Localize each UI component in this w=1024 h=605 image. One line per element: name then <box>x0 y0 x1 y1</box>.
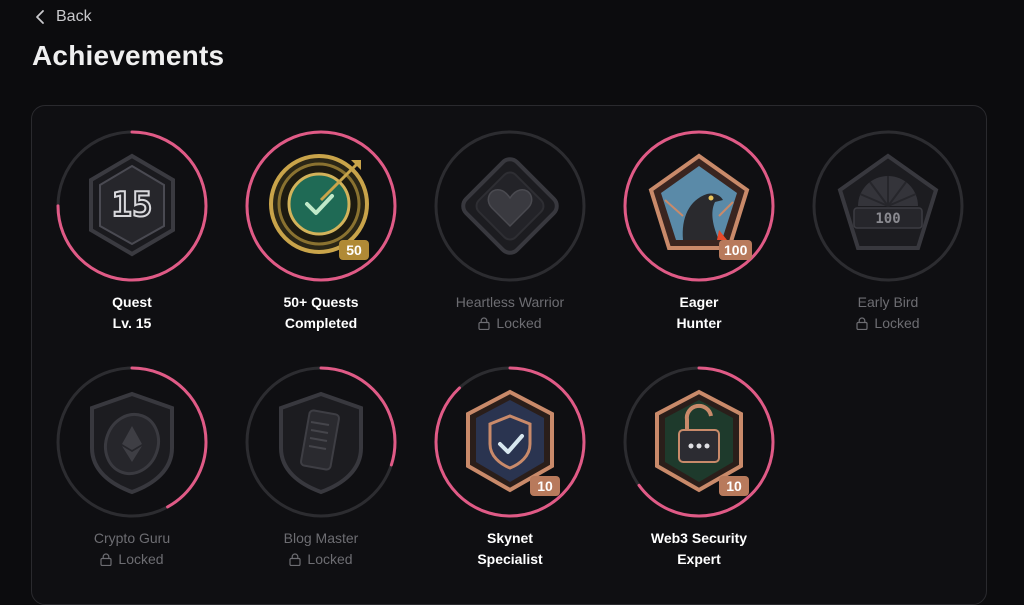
achievement-subtitle: Locked <box>118 551 164 567</box>
unlocked-lock-icon <box>655 389 743 493</box>
achievement-50-quests[interactable]: 50 50+ Quests Completed <box>231 130 411 340</box>
falcon-pentagon-icon <box>648 153 750 250</box>
achievements-panel: 15 Quest Lv. 15 50 50+ Quests Completed <box>31 105 987 605</box>
hexagon-15-icon: 15 <box>89 153 175 257</box>
achievement-name: Early Bird <box>857 294 919 310</box>
back-button[interactable]: Back <box>34 8 92 26</box>
achievement-blog-master[interactable]: Blog Master Locked <box>231 366 411 576</box>
device-shield-icon <box>279 391 363 495</box>
achievement-subtitle: Specialist <box>477 551 543 567</box>
ethereum-shield-icon <box>90 391 174 495</box>
sunrise-pentagon-icon: 100 <box>837 153 939 250</box>
achievement-name: Heartless Warrior <box>455 294 565 310</box>
achievement-early-bird[interactable]: 100 Early Bird Locked <box>798 130 978 340</box>
emblem-text: 15 <box>112 185 153 225</box>
achievement-subtitle: Lv. 15 <box>112 315 152 331</box>
heart-diamond-icon <box>461 157 559 255</box>
lock-icon <box>289 553 302 566</box>
achievement-name: Crypto Guru <box>93 530 171 546</box>
achievement-subtitle: Completed <box>284 315 358 331</box>
achievement-name: Eager <box>679 294 719 310</box>
shield-check-icon <box>466 389 554 493</box>
page-title: Achievements <box>32 40 225 71</box>
achievement-eager-hunter[interactable]: 100 Eager Hunter <box>609 130 789 340</box>
achievement-subtitle: Locked <box>874 315 920 331</box>
achievement-skynet-specialist[interactable]: 10 Skynet Specialist <box>420 366 600 576</box>
achievement-subtitle: Hunter <box>676 315 722 331</box>
target-arrow-icon <box>269 154 369 254</box>
achievement-subtitle: Locked <box>496 315 542 331</box>
achievement-quest-level[interactable]: 15 Quest Lv. 15 <box>42 130 222 340</box>
achievement-name: Web3 Security <box>650 530 748 546</box>
back-label: Back <box>56 8 92 25</box>
tier-tag: 10 <box>719 476 749 496</box>
achievement-subtitle: Locked <box>307 551 353 567</box>
lock-icon <box>478 317 491 330</box>
emblem-text: 100 <box>875 211 900 227</box>
achievement-name: Blog Master <box>283 530 359 546</box>
achievement-name: Quest <box>112 294 152 310</box>
achievement-crypto-guru[interactable]: Crypto Guru Locked <box>42 366 222 576</box>
tier-tag: 100 <box>719 240 753 260</box>
achievement-name: Skynet <box>487 530 533 546</box>
lock-icon <box>100 553 113 566</box>
lock-icon <box>856 317 869 330</box>
achievement-subtitle: Expert <box>677 551 721 567</box>
achievement-name: 50+ Quests <box>283 294 359 310</box>
tier-tag: 10 <box>530 476 560 496</box>
achievement-web3-security-expert[interactable]: 10 Web3 Security Expert <box>609 366 789 576</box>
tier-tag: 50 <box>339 240 369 260</box>
achievement-heartless-warrior[interactable]: Heartless Warrior Locked <box>420 130 600 340</box>
chevron-left-icon <box>36 10 44 24</box>
